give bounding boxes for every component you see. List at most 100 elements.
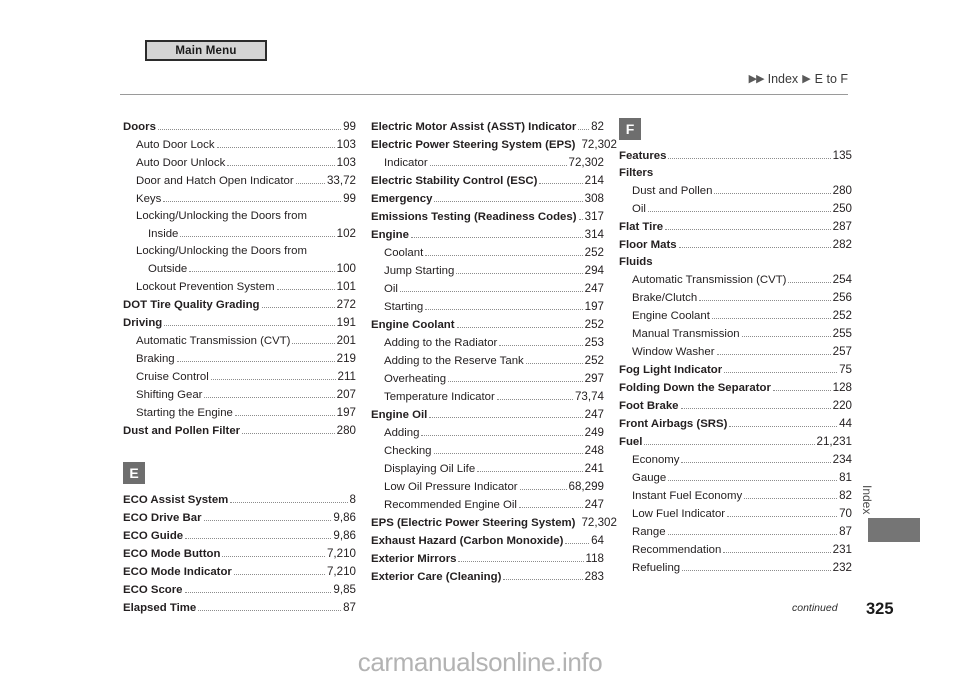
index-entry[interactable]: Driving 191 [123,314,356,332]
index-entry[interactable]: Folding Down the Separator 128 [619,379,852,397]
index-entry[interactable]: Cruise Control 211 [123,368,356,386]
index-entry[interactable]: Displaying Oil Life 241 [371,460,604,478]
index-entry[interactable]: Gauge 81 [619,469,852,487]
index-entry[interactable]: Automatic Transmission (CVT) 201 [123,332,356,350]
dot-leader [203,520,332,521]
index-entry-page: 102 [336,227,356,240]
index-entry[interactable]: Emergency 308 [371,190,604,208]
index-entry[interactable]: Adding to the Radiator 253 [371,334,604,352]
index-entry[interactable]: Adding 249 [371,424,604,442]
main-menu-button[interactable]: Main Menu [145,40,267,61]
index-entry-label: ECO Score [123,584,183,596]
index-entry-page: 280 [832,184,852,197]
index-entry[interactable]: Electric Motor Assist (ASST) Indicator 82 [371,118,604,136]
index-entry-page: 70 [839,507,852,520]
index-entry[interactable]: Emissions Testing (Readiness Codes) 317 [371,208,604,226]
index-entry[interactable]: Engine Coolant 252 [371,316,604,334]
index-entry[interactable]: Filters [619,165,852,182]
index-entry[interactable]: Elapsed Time 87 [123,599,356,617]
index-entry[interactable]: Locking/Unlocking the Doors from [123,243,356,260]
index-entry[interactable]: Foot Brake 220 [619,397,852,415]
index-entry-label: Filters [619,167,654,179]
index-entry[interactable]: ECO Mode Indicator 7,210 [123,563,356,581]
index-entry[interactable]: Auto Door Lock 103 [123,136,356,154]
index-entry[interactable]: Starting the Engine 197 [123,404,356,422]
dot-leader [578,219,583,220]
index-entry[interactable]: Coolant 252 [371,244,604,262]
index-entry[interactable]: Electric Power Steering System (EPS) 72,3… [371,136,617,154]
index-entry[interactable]: ECO Mode Button 7,210 [123,545,356,563]
index-entry[interactable]: Braking 219 [123,350,356,368]
index-entry-page: 9,86 [333,529,356,542]
index-entry[interactable]: Front Airbags (SRS) 44 [619,415,852,433]
index-entry[interactable]: Oil 250 [619,200,852,218]
index-entry[interactable]: Lockout Prevention System 101 [123,278,356,296]
index-entry-label: Adding [384,427,420,439]
index-entry[interactable]: Inside 102 [123,225,356,243]
index-entry[interactable]: ECO Assist System 8 [123,491,356,509]
index-entry[interactable]: Dust and Pollen Filter 280 [123,422,356,440]
index-entry[interactable]: Starting 197 [371,298,604,316]
index-entry[interactable]: Window Washer 257 [619,343,852,361]
dot-leader [216,147,335,148]
index-entry[interactable]: Exhaust Hazard (Carbon Monoxide) 64 [371,532,604,550]
index-entry-label: Low Oil Pressure Indicator [384,481,518,493]
index-entry[interactable]: Indicator 72,302 [371,154,604,172]
index-entry[interactable]: Overheating 297 [371,370,604,388]
index-column-1: Doors 99 Auto Door Lock 103 Auto Door Unlock… [123,118,356,617]
index-entry[interactable]: Economy 234 [619,451,852,469]
index-entry[interactable]: Instant Fuel Economy 82 [619,487,852,505]
index-entry[interactable]: Auto Door Unlock 103 [123,154,356,172]
index-entry[interactable]: Features 135 [619,147,852,165]
index-entry[interactable]: Jump Starting 294 [371,262,604,280]
index-entry[interactable]: Dust and Pollen 280 [619,182,852,200]
index-entry[interactable]: ECO Guide 9,86 [123,527,356,545]
dot-leader [180,236,335,237]
index-entry[interactable]: Locking/Unlocking the Doors from [123,208,356,225]
index-entry-page: 283 [584,570,604,583]
dot-leader [744,498,838,499]
index-entry-label: Engine [371,229,409,241]
index-entry[interactable]: Recommendation 231 [619,541,852,559]
index-entry[interactable]: Manual Transmission 255 [619,325,852,343]
index-entry[interactable]: Low Fuel Indicator 70 [619,505,852,523]
index-entry[interactable]: Outside 100 [123,260,356,278]
index-entry[interactable]: Engine Oil 247 [371,406,604,424]
index-entry[interactable]: Engine 314 [371,226,604,244]
index-entry[interactable]: ECO Score 9,85 [123,581,356,599]
dot-leader [198,610,342,611]
index-entry[interactable]: Electric Stability Control (ESC) 214 [371,172,604,190]
index-entry[interactable]: Automatic Transmission (CVT) 254 [619,271,852,289]
index-entry[interactable]: Recommended Engine Oil 247 [371,496,604,514]
index-entry[interactable]: Exterior Mirrors 118 [371,550,604,568]
index-entry[interactable]: Doors 99 [123,118,356,136]
index-entry[interactable]: Shifting Gear 207 [123,386,356,404]
index-entry-label: Economy [632,454,680,466]
index-entry[interactable]: Brake/Clutch 256 [619,289,852,307]
index-entry[interactable]: Engine Coolant 252 [619,307,852,325]
index-entry[interactable]: DOT Tire Quality Grading 272 [123,296,356,314]
index-entry-page: 314 [584,228,604,241]
index-entry[interactable]: Floor Mats 282 [619,236,852,254]
index-entry[interactable]: Fluids [619,254,852,271]
index-entry[interactable]: Exterior Care (Cleaning) 283 [371,568,604,586]
dot-leader [714,193,831,194]
index-entry[interactable]: Fog Light Indicator 75 [619,361,852,379]
side-tab-marker [868,518,920,542]
index-entry-page: 21,231 [816,435,852,448]
index-entry[interactable]: ECO Drive Bar 9,86 [123,509,356,527]
index-entry[interactable]: Door and Hatch Open Indicator 33,72 [123,172,356,190]
breadcrumb-section[interactable]: Index [768,72,799,86]
index-entry[interactable]: Refueling 232 [619,559,852,577]
index-entry[interactable]: Checking 248 [371,442,604,460]
index-entry[interactable]: Temperature Indicator 73,74 [371,388,604,406]
index-entry[interactable]: Adding to the Reserve Tank 252 [371,352,604,370]
dot-leader [667,534,838,535]
index-entry[interactable]: Oil 247 [371,280,604,298]
index-entry[interactable]: Range 87 [619,523,852,541]
index-entry[interactable]: Flat Tire 287 [619,218,852,236]
index-entry[interactable]: Fuel 21,231 [619,433,852,451]
index-entry[interactable]: Low Oil Pressure Indicator 68,299 [371,478,604,496]
index-entry[interactable]: EPS (Electric Power Steering System) 72,3… [371,514,617,532]
index-entry[interactable]: Keys 99 [123,190,356,208]
